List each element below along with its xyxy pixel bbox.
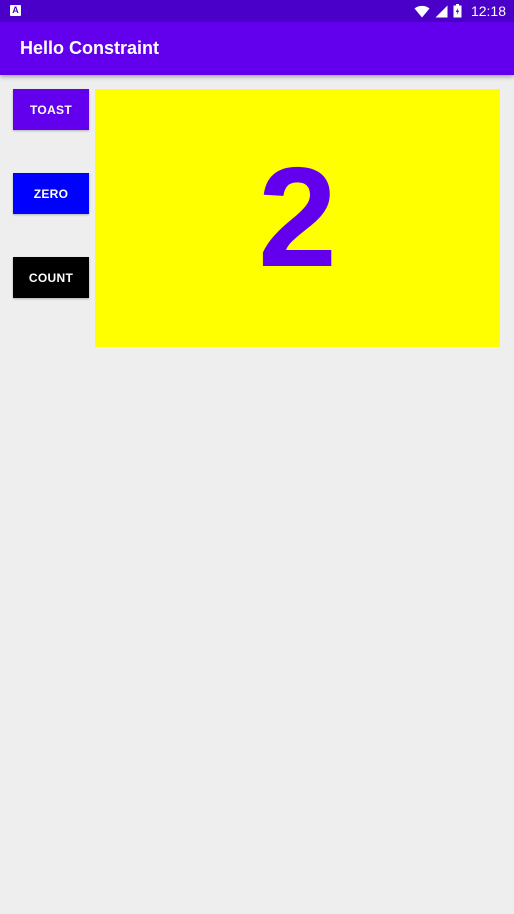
signal-icon bbox=[435, 5, 448, 18]
count-display: 2 bbox=[95, 89, 500, 347]
count-button[interactable]: COUNT bbox=[13, 257, 89, 298]
battery-icon bbox=[453, 4, 462, 18]
app-title: Hello Constraint bbox=[20, 38, 160, 58]
status-icons: 12:18 bbox=[414, 0, 506, 22]
zero-button[interactable]: ZERO bbox=[13, 173, 89, 214]
app-bar: Hello Constraint bbox=[0, 22, 514, 75]
toast-button[interactable]: TOAST bbox=[13, 89, 89, 130]
count-value: 2 bbox=[258, 138, 337, 297]
status-time: 12:18 bbox=[470, 3, 506, 19]
notification-icon: A bbox=[10, 5, 21, 16]
wifi-icon bbox=[414, 5, 430, 18]
status-bar: A 12:18 bbox=[0, 0, 514, 22]
